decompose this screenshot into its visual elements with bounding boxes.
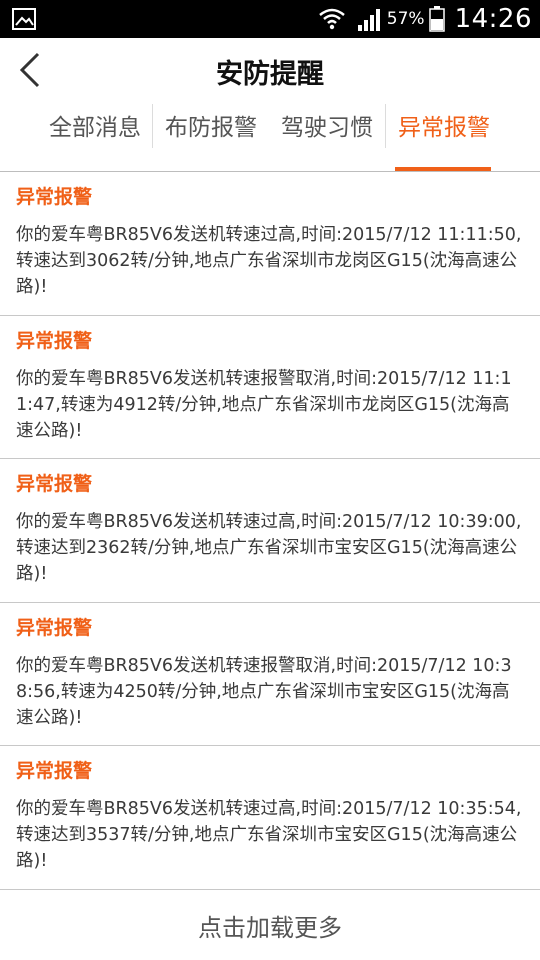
header: 安防提醒: [0, 38, 540, 100]
message-body: 你的爱车粤BR85V6发送机转速过高,时间:2015/7/12 11:11:50…: [16, 225, 522, 297]
message-title: 异常报警: [16, 616, 93, 639]
message-body: 你的爱车粤BR85V6发送机转速报警取消,时间:2015/7/12 10:38:…: [16, 655, 512, 728]
tab-divider: [385, 104, 386, 148]
message-title: 异常报警: [16, 473, 93, 495]
load-more-button[interactable]: 点击加载更多: [0, 890, 540, 960]
tab-abnormal-alarm[interactable]: 异常报警: [390, 100, 498, 172]
battery-icon: [428, 6, 445, 32]
page-title: 安防提醒: [216, 59, 324, 90]
signal-icon: [357, 9, 380, 31]
active-tab-indicator: [395, 167, 491, 171]
status-bar: 57% 14:26: [0, 0, 540, 38]
tab-bar: 全部消息 布防报警 驾驶习惯 异常报警: [0, 100, 540, 172]
list-item[interactable]: 异常报警 你的爱车粤BR85V6发送机转速报警取消,时间:2015/7/12 1…: [0, 603, 540, 746]
tab-arming-alarm[interactable]: 布防报警: [158, 100, 264, 172]
list-item[interactable]: 异常报警 你的爱车粤BR85V6发送机转速报警取消,时间:2015/7/12 1…: [0, 316, 540, 459]
wifi-icon: [318, 8, 345, 30]
message-list: 异常报警 你的爱车粤BR85V6发送机转速过高,时间:2015/7/12 11:…: [0, 172, 540, 890]
tab-all-messages[interactable]: 全部消息: [40, 100, 150, 172]
message-body: 你的爱车粤BR85V6发送机转速过高,时间:2015/7/12 10:39:00…: [16, 512, 522, 584]
list-item[interactable]: 异常报警 你的爱车粤BR85V6发送机转速过高,时间:2015/7/12 11:…: [0, 172, 540, 316]
message-title: 异常报警: [16, 329, 93, 352]
gallery-icon: [12, 8, 36, 30]
clock-time: 14:26: [454, 4, 532, 34]
message-title: 异常报警: [16, 186, 93, 208]
message-body: 你的爱车粤BR85V6发送机转速报警取消,时间:2015/7/12 11:11:…: [16, 368, 512, 441]
list-item[interactable]: 异常报警 你的爱车粤BR85V6发送机转速过高,时间:2015/7/12 10:…: [0, 746, 540, 890]
battery-percent: 57%: [386, 9, 425, 29]
message-body: 你的爱车粤BR85V6发送机转速过高,时间:2015/7/12 10:35:54…: [16, 799, 522, 871]
list-item[interactable]: 异常报警 你的爱车粤BR85V6发送机转速过高,时间:2015/7/12 10:…: [0, 459, 540, 603]
message-title: 异常报警: [16, 760, 93, 782]
tab-driving-habits[interactable]: 驾驶习惯: [273, 100, 381, 172]
tab-divider: [152, 104, 153, 148]
